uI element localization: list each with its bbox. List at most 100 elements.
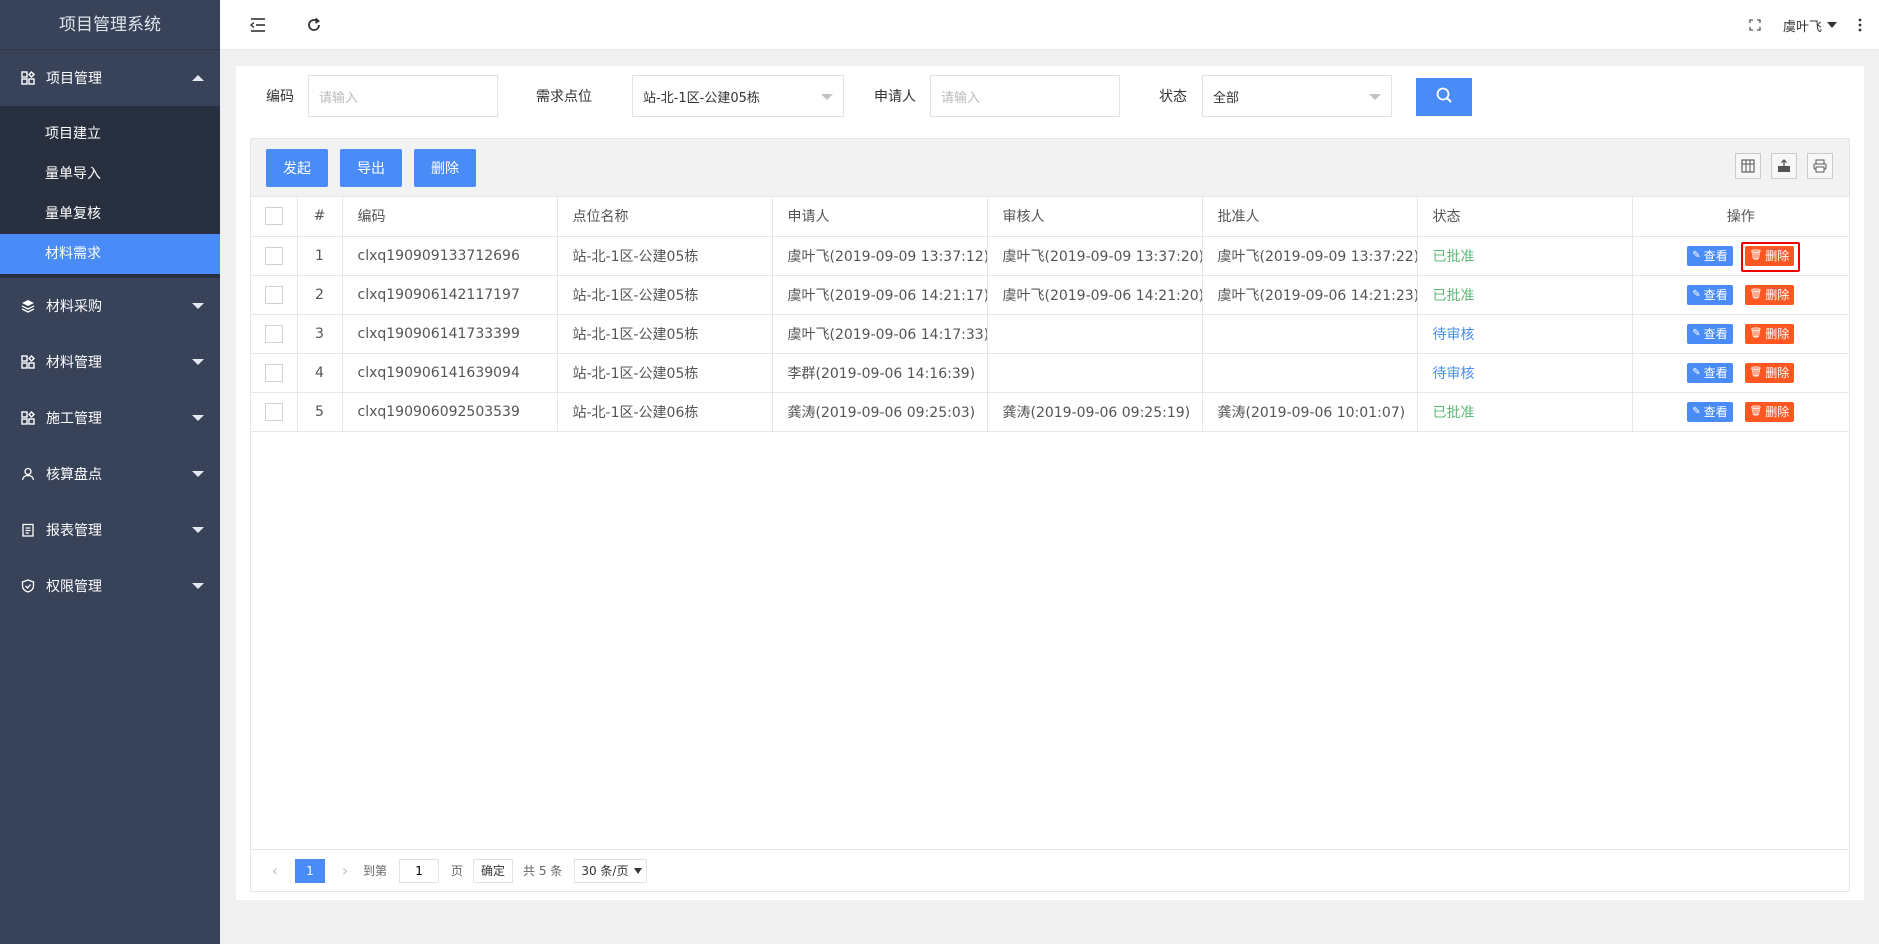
next-page-icon[interactable]: › bbox=[333, 861, 357, 880]
caret-down-icon bbox=[1827, 22, 1837, 28]
row-delete-button[interactable]: 🗑 删除 bbox=[1744, 245, 1795, 266]
create-button[interactable]: 发起 bbox=[266, 149, 328, 187]
data-table: # 编码 点位名称 申请人 审核人 批准人 状态 操作 1 clxq1909091… bbox=[251, 197, 1849, 432]
row-reviewer: 虞叶飞(2019-09-09 13:37:20) bbox=[987, 236, 1203, 276]
row-applicant: 虞叶飞(2019-09-09 13:37:12) bbox=[772, 236, 988, 276]
nav-item-accounting-inventory[interactable]: 核算盘点 bbox=[0, 446, 220, 502]
row-status: 待审核 bbox=[1417, 353, 1633, 393]
row-delete-button[interactable]: 🗑 删除 bbox=[1744, 323, 1795, 344]
goto-page-input[interactable] bbox=[399, 858, 440, 883]
view-button[interactable]: ✎ 查看 bbox=[1687, 401, 1733, 422]
nav-item-report-management[interactable]: 报表管理 bbox=[0, 502, 220, 558]
row-actions: ✎ 查看 🗑 删除 bbox=[1632, 353, 1849, 393]
row-actions: ✎ 查看 🗑 删除 bbox=[1632, 314, 1849, 354]
subnav-item-material-demand[interactable]: 材料需求 bbox=[0, 234, 220, 274]
caret-down-icon bbox=[192, 359, 204, 365]
row-delete-button[interactable]: 🗑 删除 bbox=[1744, 401, 1795, 422]
export-button[interactable]: 导出 bbox=[340, 149, 402, 187]
nav-label: 项目管理 bbox=[46, 71, 102, 87]
view-label: 查看 bbox=[1703, 249, 1728, 263]
nav-item-construction-management[interactable]: 施工管理 bbox=[0, 390, 220, 446]
edit-icon: ✎ bbox=[1692, 406, 1701, 417]
modules-icon bbox=[20, 70, 36, 86]
view-button[interactable]: ✎ 查看 bbox=[1687, 362, 1733, 383]
view-button[interactable]: ✎ 查看 bbox=[1687, 245, 1733, 266]
prev-page-icon[interactable]: ‹ bbox=[263, 861, 287, 880]
collapse-menu-icon[interactable] bbox=[238, 0, 278, 50]
view-button[interactable]: ✎ 查看 bbox=[1687, 284, 1733, 305]
col-header-index: # bbox=[297, 197, 343, 237]
applicant-input[interactable]: 请输入 bbox=[930, 75, 1120, 117]
user-menu[interactable]: 虞叶飞 bbox=[1783, 0, 1837, 50]
trash-icon: 🗑 bbox=[1749, 367, 1763, 378]
sidebar: 项目管理系统 项目管理 项目建立 量单导入 量单复核 材料需求 材料采购 材料管… bbox=[0, 0, 220, 944]
status-select-value: 全部 bbox=[1213, 90, 1240, 106]
view-label: 查看 bbox=[1703, 366, 1728, 380]
refresh-icon[interactable] bbox=[294, 0, 334, 50]
col-header-site: 点位名称 bbox=[557, 197, 773, 237]
trash-icon: 🗑 bbox=[1749, 328, 1763, 339]
col-header-code: 编码 bbox=[342, 197, 558, 237]
site-select[interactable]: 站-北-1区-公建05栋 bbox=[632, 75, 844, 117]
nav-group-project: 项目管理 项目建立 量单导入 量单复核 材料需求 bbox=[0, 50, 220, 278]
row-delete-button[interactable]: 🗑 删除 bbox=[1744, 284, 1795, 305]
table-row: 2 clxq190906142117197 站-北-1区-公建05栋 虞叶飞(2019… bbox=[251, 275, 1849, 315]
row-status: 已批准 bbox=[1417, 236, 1633, 276]
goto-confirm-button[interactable]: 确定 bbox=[473, 858, 514, 883]
columns-filter-icon[interactable] bbox=[1735, 153, 1761, 179]
trash-icon: 🗑 bbox=[1749, 250, 1763, 261]
status-label: 状态 bbox=[1159, 89, 1187, 105]
page-unit-label: 页 bbox=[451, 864, 464, 878]
user-icon bbox=[20, 466, 36, 482]
subnav-item-project-setup[interactable]: 项目建立 bbox=[0, 114, 220, 154]
row-checkbox[interactable] bbox=[264, 285, 283, 304]
row-applicant: 龚涛(2019-09-06 09:25:03) bbox=[772, 392, 988, 432]
subnav-item-bill-review[interactable]: 量单复核 bbox=[0, 194, 220, 234]
page-number-current[interactable]: 1 bbox=[295, 858, 325, 883]
chevron-down-icon bbox=[1369, 94, 1381, 100]
row-code: clxq190909133712696 bbox=[342, 236, 558, 276]
delete-button[interactable]: 删除 bbox=[414, 149, 476, 187]
row-code: clxq190906141733399 bbox=[342, 314, 558, 354]
caret-up-icon bbox=[192, 75, 204, 81]
row-applicant: 虞叶飞(2019-09-06 14:21:17) bbox=[772, 275, 988, 315]
code-input[interactable]: 请输入 bbox=[308, 75, 498, 117]
fullscreen-icon[interactable] bbox=[1735, 0, 1775, 50]
row-code: clxq190906141639094 bbox=[342, 353, 558, 393]
view-button[interactable]: ✎ 查看 bbox=[1687, 323, 1733, 344]
row-site: 站-北-1区-公建05栋 bbox=[557, 236, 773, 276]
nav-item-permission-management[interactable]: 权限管理 bbox=[0, 558, 220, 614]
row-actions: ✎ 查看 🗑 删除 bbox=[1632, 392, 1849, 432]
view-label: 查看 bbox=[1703, 327, 1728, 341]
select-all-checkbox[interactable] bbox=[264, 207, 283, 226]
nav-item-material-management[interactable]: 材料管理 bbox=[0, 334, 220, 390]
export-icon[interactable] bbox=[1771, 153, 1797, 179]
report-icon bbox=[20, 522, 36, 538]
row-reviewer: 龚涛(2019-09-06 09:25:19) bbox=[987, 392, 1203, 432]
row-delete-button[interactable]: 🗑 删除 bbox=[1744, 362, 1795, 383]
delete-label: 删除 bbox=[1765, 327, 1790, 341]
row-checkbox[interactable] bbox=[264, 246, 283, 265]
row-actions: ✎ 查看 🗑 删除 bbox=[1632, 275, 1849, 315]
nav-item-material-purchase[interactable]: 材料采购 bbox=[0, 278, 220, 334]
row-status: 待审核 bbox=[1417, 314, 1633, 354]
row-checkbox[interactable] bbox=[264, 402, 283, 421]
status-select[interactable]: 全部 bbox=[1202, 75, 1392, 117]
row-reviewer bbox=[987, 353, 1203, 393]
edit-icon: ✎ bbox=[1692, 367, 1701, 378]
row-checkbox[interactable] bbox=[264, 324, 283, 343]
top-header: 虞叶飞 bbox=[220, 0, 1879, 50]
table-body: 1 clxq190909133712696 站-北-1区-公建05栋 虞叶飞(2019… bbox=[251, 236, 1849, 432]
site-label: 需求点位 bbox=[536, 89, 592, 105]
page-size-select[interactable]: 30 条/页 bbox=[574, 858, 648, 883]
row-select-cell bbox=[251, 392, 298, 432]
row-site: 站-北-1区-公建06栋 bbox=[557, 392, 773, 432]
row-actions: ✎ 查看 🗑 删除 bbox=[1632, 236, 1849, 276]
search-button[interactable] bbox=[1416, 78, 1472, 116]
subnav-item-bill-import[interactable]: 量单导入 bbox=[0, 154, 220, 194]
row-checkbox[interactable] bbox=[264, 363, 283, 382]
row-applicant: 虞叶飞(2019-09-06 14:17:33) bbox=[772, 314, 988, 354]
print-icon[interactable] bbox=[1807, 153, 1833, 179]
more-vertical-icon[interactable] bbox=[1845, 0, 1875, 50]
nav-item-project-management[interactable]: 项目管理 bbox=[0, 50, 220, 106]
